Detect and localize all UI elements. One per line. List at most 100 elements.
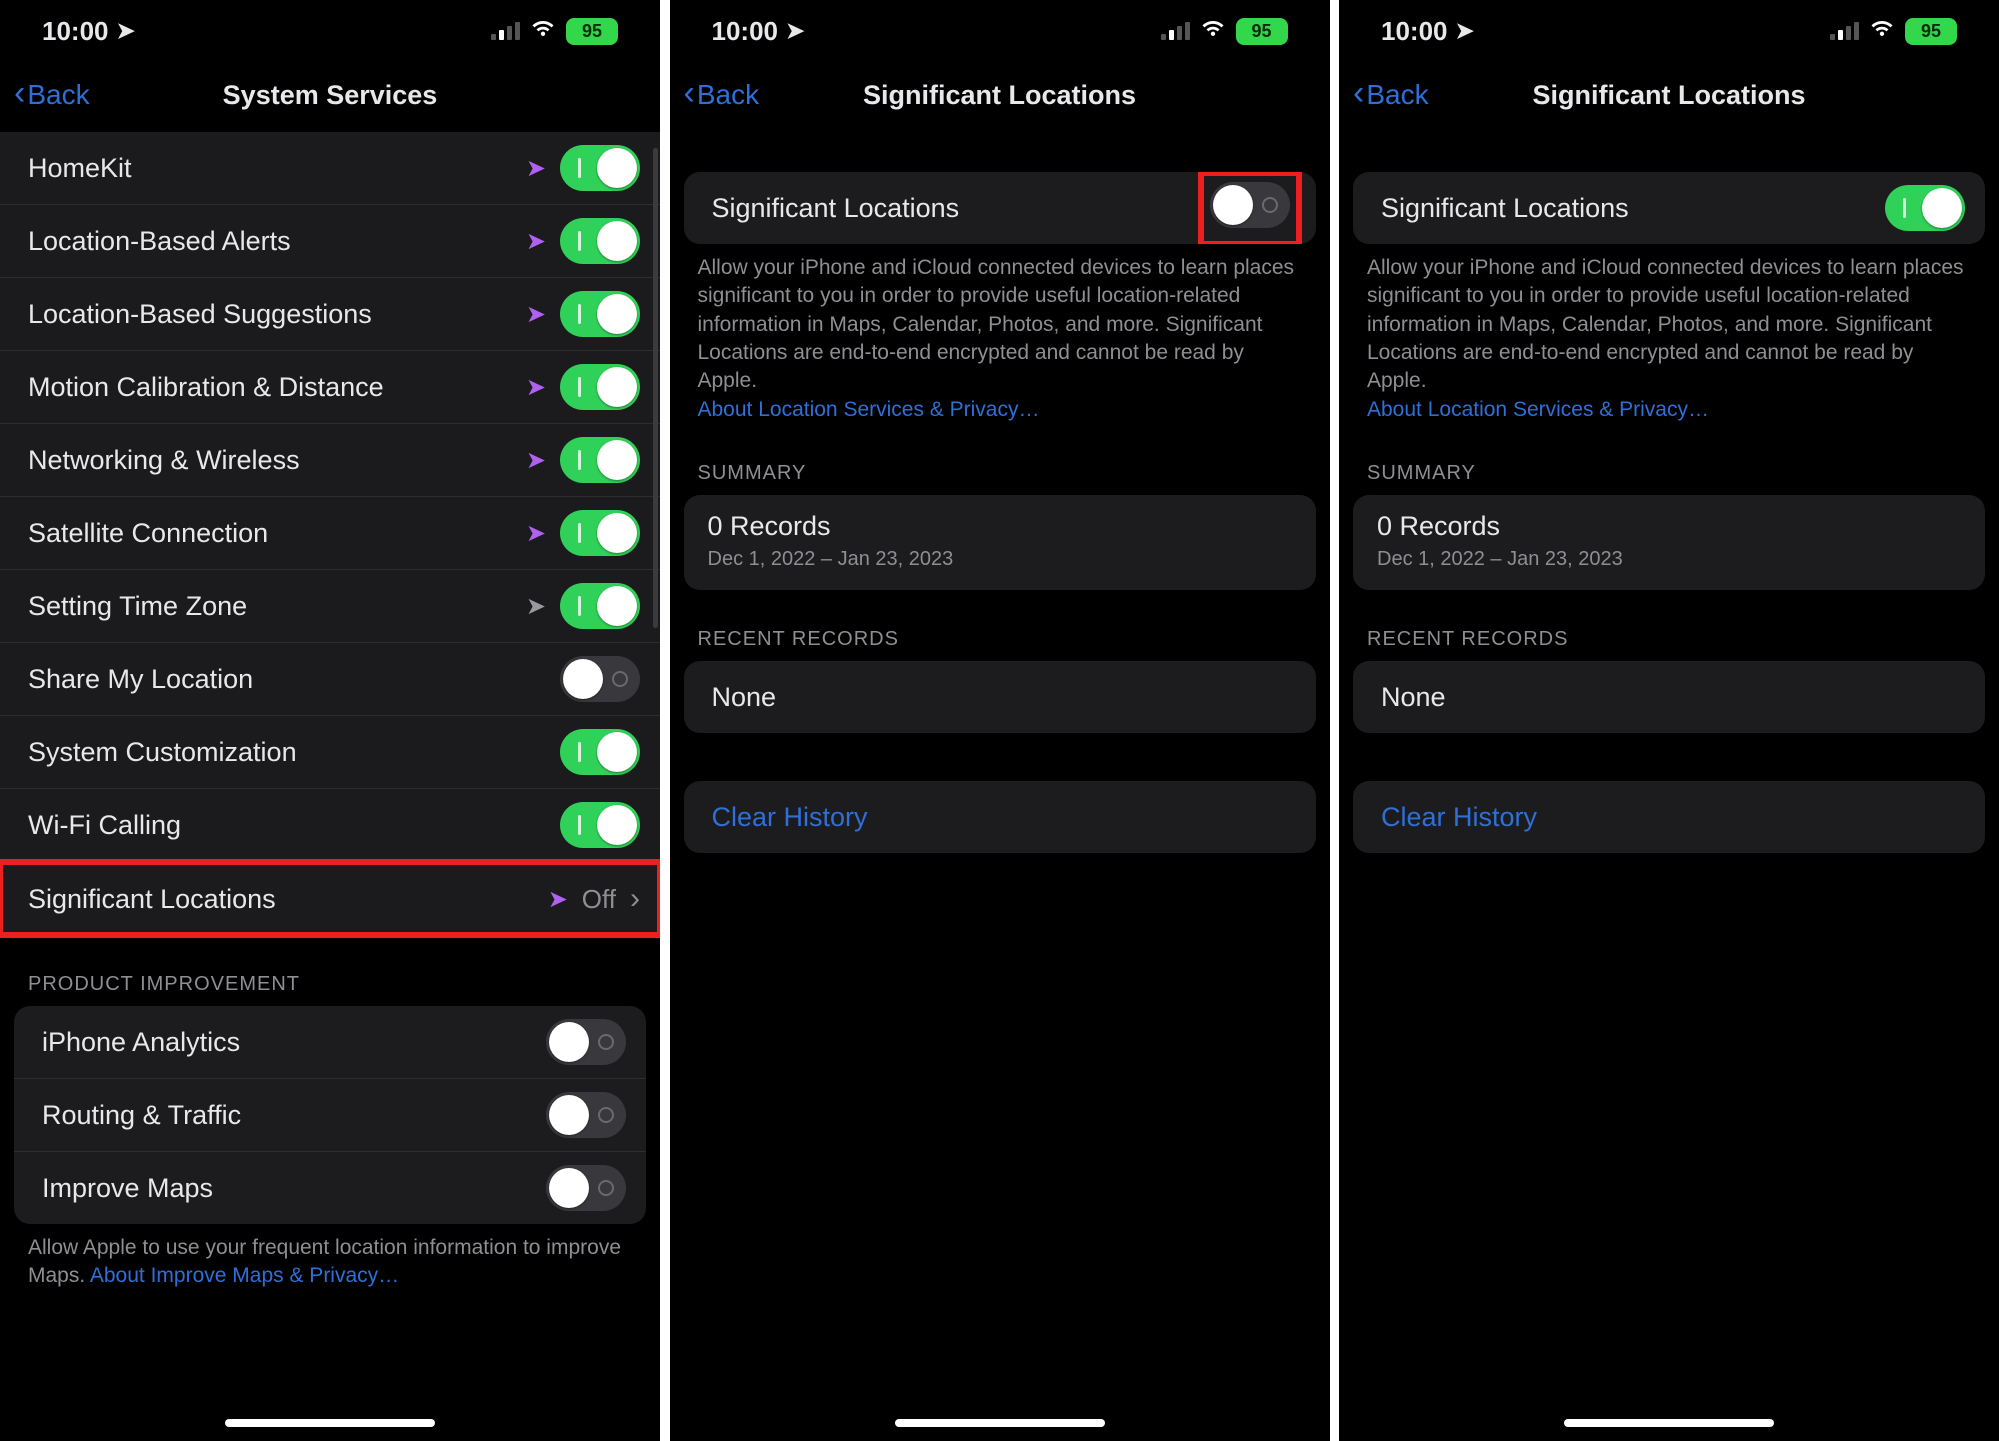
toggle[interactable]	[1885, 185, 1965, 231]
home-indicator[interactable]	[225, 1419, 435, 1427]
toggle[interactable]	[560, 583, 640, 629]
row-summary[interactable]: 0 Records Dec 1, 2022 – Jan 23, 2023	[1353, 495, 1985, 590]
location-arrow-icon: ➤	[526, 154, 546, 183]
status-bar: 10:00 ➤ 95	[670, 0, 1330, 62]
summary-dates: Dec 1, 2022 – Jan 23, 2023	[1377, 546, 1961, 572]
status-bar: 10:00 ➤ 95	[0, 0, 660, 62]
back-button[interactable]: ‹ Back	[14, 79, 90, 111]
scrollbar[interactable]	[653, 148, 658, 628]
row-routing-traffic[interactable]: Routing & Traffic	[14, 1079, 646, 1152]
row-location-based-alerts[interactable]: Location-Based Alerts ➤	[0, 205, 660, 278]
section-header: SUMMARY	[1339, 452, 1999, 495]
toggle[interactable]	[546, 1019, 626, 1065]
nav-title: System Services	[0, 80, 660, 111]
row-significant-locations-toggle[interactable]: Significant Locations	[1353, 172, 1985, 244]
nav-title: Significant Locations	[1339, 80, 1999, 111]
toggle[interactable]	[560, 802, 640, 848]
clear-history-button[interactable]: Clear History	[684, 781, 1316, 853]
row-label: Networking & Wireless	[28, 445, 300, 476]
row-label: Location-Based Alerts	[28, 226, 291, 257]
row-label: Motion Calibration & Distance	[28, 372, 384, 403]
clear-history-section: Clear History	[670, 781, 1330, 853]
row-label: Clear History	[1381, 802, 1537, 833]
summary-count: 0 Records	[1377, 509, 1961, 544]
wifi-icon	[1869, 17, 1895, 45]
row-label: Significant Locations	[28, 884, 276, 915]
section-header: PRODUCT IMPROVEMENT	[0, 963, 660, 1006]
location-icon: ➤	[1456, 18, 1474, 44]
toggle[interactable]	[560, 656, 640, 702]
row-label: Significant Locations	[712, 193, 960, 224]
back-button[interactable]: ‹ Back	[1353, 79, 1429, 111]
toggle[interactable]	[560, 218, 640, 264]
location-arrow-icon: ➤	[526, 446, 546, 475]
section-footer: Allow Apple to use your frequent locatio…	[0, 1224, 660, 1291]
battery-icon: 95	[566, 18, 618, 45]
row-setting-time-zone[interactable]: Setting Time Zone ➤	[0, 570, 660, 643]
back-button[interactable]: ‹ Back	[684, 79, 760, 111]
toggle[interactable]	[546, 1092, 626, 1138]
recent-records-section: RECENT RECORDS None	[670, 618, 1330, 733]
summary-dates: Dec 1, 2022 – Jan 23, 2023	[708, 546, 1292, 572]
privacy-link[interactable]: About Improve Maps & Privacy…	[90, 1264, 399, 1287]
status-bar: 10:00 ➤ 95	[1339, 0, 1999, 62]
row-significant-locations-toggle[interactable]: Significant Locations	[684, 172, 1316, 244]
row-label: Improve Maps	[42, 1173, 213, 1204]
row-summary[interactable]: 0 Records Dec 1, 2022 – Jan 23, 2023	[684, 495, 1316, 590]
row-label: Significant Locations	[1381, 193, 1629, 224]
row-system-customization[interactable]: System Customization	[0, 716, 660, 789]
row-satellite-connection[interactable]: Satellite Connection ➤	[0, 497, 660, 570]
summary-count: 0 Records	[708, 509, 1292, 544]
toggle[interactable]	[560, 510, 640, 556]
clear-history-button[interactable]: Clear History	[1353, 781, 1985, 853]
row-improve-maps[interactable]: Improve Maps	[14, 1152, 646, 1224]
toggle[interactable]	[560, 291, 640, 337]
row-networking-wireless[interactable]: Networking & Wireless ➤	[0, 424, 660, 497]
nav-title: Significant Locations	[670, 80, 1330, 111]
product-improvement-section: PRODUCT IMPROVEMENT iPhone Analytics Rou…	[0, 963, 660, 1291]
section-header: SUMMARY	[670, 452, 1330, 495]
home-indicator[interactable]	[895, 1419, 1105, 1427]
toggle[interactable]	[1210, 182, 1290, 228]
toggle[interactable]	[560, 145, 640, 191]
row-label: System Customization	[28, 737, 297, 768]
row-motion-calibration[interactable]: Motion Calibration & Distance ➤	[0, 351, 660, 424]
toggle[interactable]	[560, 437, 640, 483]
location-arrow-icon: ➤	[526, 227, 546, 256]
row-iphone-analytics[interactable]: iPhone Analytics	[14, 1006, 646, 1079]
row-significant-locations[interactable]: Significant Locations ➤ Off ›	[0, 862, 660, 935]
row-label: HomeKit	[28, 153, 132, 184]
privacy-link[interactable]: About Location Services & Privacy…	[698, 398, 1040, 421]
nav-bar: ‹ Back Significant Locations	[670, 66, 1330, 124]
summary-section: SUMMARY 0 Records Dec 1, 2022 – Jan 23, …	[670, 452, 1330, 590]
privacy-link[interactable]: About Location Services & Privacy…	[1367, 398, 1709, 421]
cellular-icon	[1161, 22, 1190, 40]
toggle[interactable]	[560, 364, 640, 410]
nav-bar: ‹ Back Significant Locations	[1339, 66, 1999, 124]
row-label: Routing & Traffic	[42, 1100, 241, 1131]
location-arrow-icon: ➤	[526, 373, 546, 402]
cellular-icon	[491, 22, 520, 40]
location-arrow-icon: ➤	[526, 592, 546, 621]
row-label: Share My Location	[28, 664, 253, 695]
section-description: Allow your iPhone and iCloud connected d…	[1339, 244, 1999, 424]
row-homekit[interactable]: HomeKit ➤	[0, 132, 660, 205]
status-time: 10:00	[1381, 16, 1448, 47]
wifi-icon	[1200, 17, 1226, 45]
row-label: iPhone Analytics	[42, 1027, 240, 1058]
home-indicator[interactable]	[1564, 1419, 1774, 1427]
location-icon: ➤	[117, 18, 135, 44]
row-location-based-suggestions[interactable]: Location-Based Suggestions ➤	[0, 278, 660, 351]
summary-section: SUMMARY 0 Records Dec 1, 2022 – Jan 23, …	[1339, 452, 1999, 590]
cellular-icon	[1830, 22, 1859, 40]
services-list: HomeKit ➤ Location-Based Alerts ➤ Locati…	[0, 132, 660, 935]
wifi-icon	[530, 17, 556, 45]
toggle[interactable]	[560, 729, 640, 775]
toggle[interactable]	[546, 1165, 626, 1211]
row-label: Location-Based Suggestions	[28, 299, 372, 330]
sigloc-toggle-section: Significant Locations Allow your iPhone …	[670, 172, 1330, 424]
battery-icon: 95	[1236, 18, 1288, 45]
row-share-my-location[interactable]: Share My Location	[0, 643, 660, 716]
row-wifi-calling[interactable]: Wi-Fi Calling	[0, 789, 660, 862]
section-header: RECENT RECORDS	[670, 618, 1330, 661]
